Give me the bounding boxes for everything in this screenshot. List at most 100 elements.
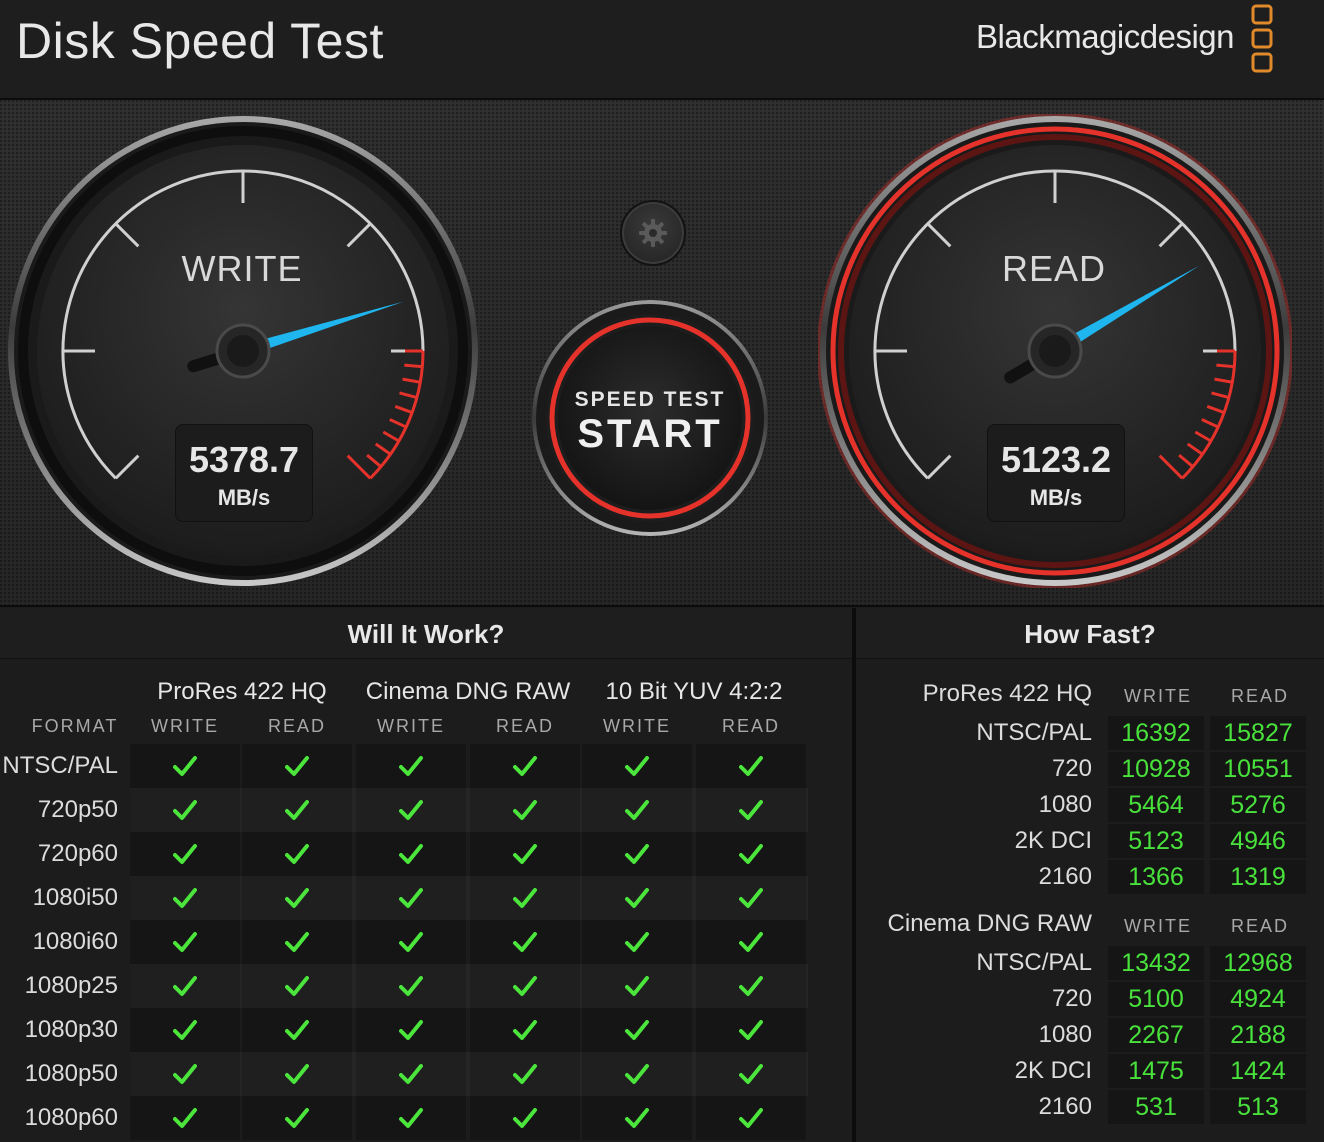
checkmark-icon [513, 1108, 537, 1128]
compatibility-cell [242, 1096, 352, 1140]
write-speed-readout: 5378.7 MB/s [175, 424, 313, 522]
how-fast-section-title: ProRes 422 HQ [922, 680, 1092, 707]
checkmark-icon [285, 932, 309, 952]
checkmark-icon [399, 800, 423, 820]
checkmark-icon [739, 932, 763, 952]
how-fast-row-label: 720 [1051, 755, 1092, 782]
checkmark-icon [173, 1108, 197, 1128]
checkmark-icon [513, 1020, 537, 1040]
how-fast-row-label: NTSC/PAL [976, 949, 1092, 976]
how-fast-read-value: 5276 [1210, 788, 1306, 822]
compatibility-cell [130, 744, 240, 788]
how-fast-read-value: 4924 [1210, 982, 1306, 1016]
how-fast-read-value: 10551 [1210, 752, 1306, 786]
checkmark-icon [285, 1108, 309, 1128]
format-row-label: 720p60 [37, 840, 118, 867]
checkmark-icon [513, 756, 537, 776]
read-gauge-label: READ [1001, 248, 1107, 289]
how-fast-panel: How Fast? ProRes 422 HQ WRITE READ NTSC/PAL… [856, 608, 1324, 1142]
compatibility-cell [582, 832, 692, 876]
checkmark-icon [173, 888, 197, 908]
gear-icon [639, 219, 667, 247]
read-speed-unit: MB/s [1029, 485, 1083, 510]
how-fast-row-label: 2K DCI [1014, 827, 1092, 854]
how-fast-row-label: 2160 [1038, 1093, 1092, 1120]
format-row-label: 1080i50 [32, 884, 118, 911]
how-fast-write-value: 13432 [1108, 946, 1204, 980]
compatibility-cell [356, 1008, 466, 1052]
compatibility-cell [242, 744, 352, 788]
compatibility-cell [242, 964, 352, 1008]
checkmark-icon [513, 932, 537, 952]
compatibility-cell [130, 876, 240, 920]
gauge-hub-center [1039, 335, 1071, 367]
compatibility-cell [470, 920, 580, 964]
codec-column-header: READ [267, 716, 326, 736]
compatibility-cell [242, 1008, 352, 1052]
header-bar: Disk Speed Test Blackmagicdesign [0, 0, 1324, 100]
how-fast-write-value: 1366 [1108, 860, 1204, 894]
codec-column-header: WRITE [151, 716, 219, 736]
checkmark-icon [173, 932, 197, 952]
checkmark-icon [513, 800, 537, 820]
brand-name: Blackmagicdesign [976, 18, 1234, 55]
codec-column-header: WRITE [377, 716, 445, 736]
compatibility-cell [470, 1052, 580, 1096]
compatibility-cell [356, 1096, 466, 1140]
compatibility-cell [582, 876, 692, 920]
checkmark-icon [739, 1020, 763, 1040]
checkmark-icon [173, 844, 197, 864]
checkmark-icon [625, 800, 649, 820]
compatibility-cell [130, 1096, 240, 1140]
compatibility-cell [696, 744, 806, 788]
compatibility-cell [242, 920, 352, 964]
write-gauge-label: WRITE [181, 248, 303, 289]
checkmark-icon [513, 888, 537, 908]
how-fast-column-header: READ [1230, 686, 1289, 706]
checkmark-icon [399, 976, 423, 996]
compatibility-cell [130, 832, 240, 876]
checkmark-icon [739, 800, 763, 820]
compatibility-cell [470, 1008, 580, 1052]
compatibility-cell [696, 1008, 806, 1052]
codec-group-title: 10 Bit YUV 4:2:2 [605, 678, 783, 705]
checkmark-icon [399, 1108, 423, 1128]
compatibility-cell [130, 920, 240, 964]
compatibility-cell [582, 788, 692, 832]
app-title: Disk Speed Test [16, 13, 384, 69]
how-fast-write-value: 1475 [1108, 1054, 1204, 1088]
compatibility-cell [582, 744, 692, 788]
compatibility-cell [242, 1052, 352, 1096]
compatibility-cell [242, 788, 352, 832]
codec-column-header: WRITE [603, 716, 671, 736]
format-row-label: 1080p30 [24, 1016, 118, 1043]
checkmark-icon [625, 1064, 649, 1084]
compatibility-cell [356, 832, 466, 876]
checkmark-icon [285, 844, 309, 864]
compatibility-cell [356, 964, 466, 1008]
checkmark-icon [173, 1064, 197, 1084]
format-row-label: NTSC/PAL [2, 752, 118, 779]
write-speed-value: 5378.7 [188, 439, 300, 480]
format-row-label: 1080p25 [24, 972, 118, 999]
checkmark-icon [625, 976, 649, 996]
compatibility-cell [582, 1096, 692, 1140]
compatibility-cell [356, 744, 466, 788]
how-fast-write-value: 2267 [1108, 1018, 1204, 1052]
checkmark-icon [513, 976, 537, 996]
checkmark-icon [625, 932, 649, 952]
blackmagic-logo-icon [1251, 4, 1273, 73]
compatibility-cell [470, 1096, 580, 1140]
compatibility-cell [582, 1008, 692, 1052]
settings-button[interactable] [620, 200, 686, 266]
format-column-header: FORMAT [31, 716, 119, 736]
how-fast-row-label: 2160 [1038, 863, 1092, 890]
how-fast-row-label: 720 [1051, 985, 1092, 1012]
how-fast-row-label: 2K DCI [1014, 1057, 1092, 1084]
checkmark-icon [625, 1020, 649, 1040]
how-fast-read-value: 1319 [1210, 860, 1306, 894]
how-fast-read-value: 513 [1210, 1090, 1306, 1124]
format-row-label: 720p50 [37, 796, 118, 823]
compatibility-cell [696, 1052, 806, 1096]
compatibility-cell [696, 832, 806, 876]
